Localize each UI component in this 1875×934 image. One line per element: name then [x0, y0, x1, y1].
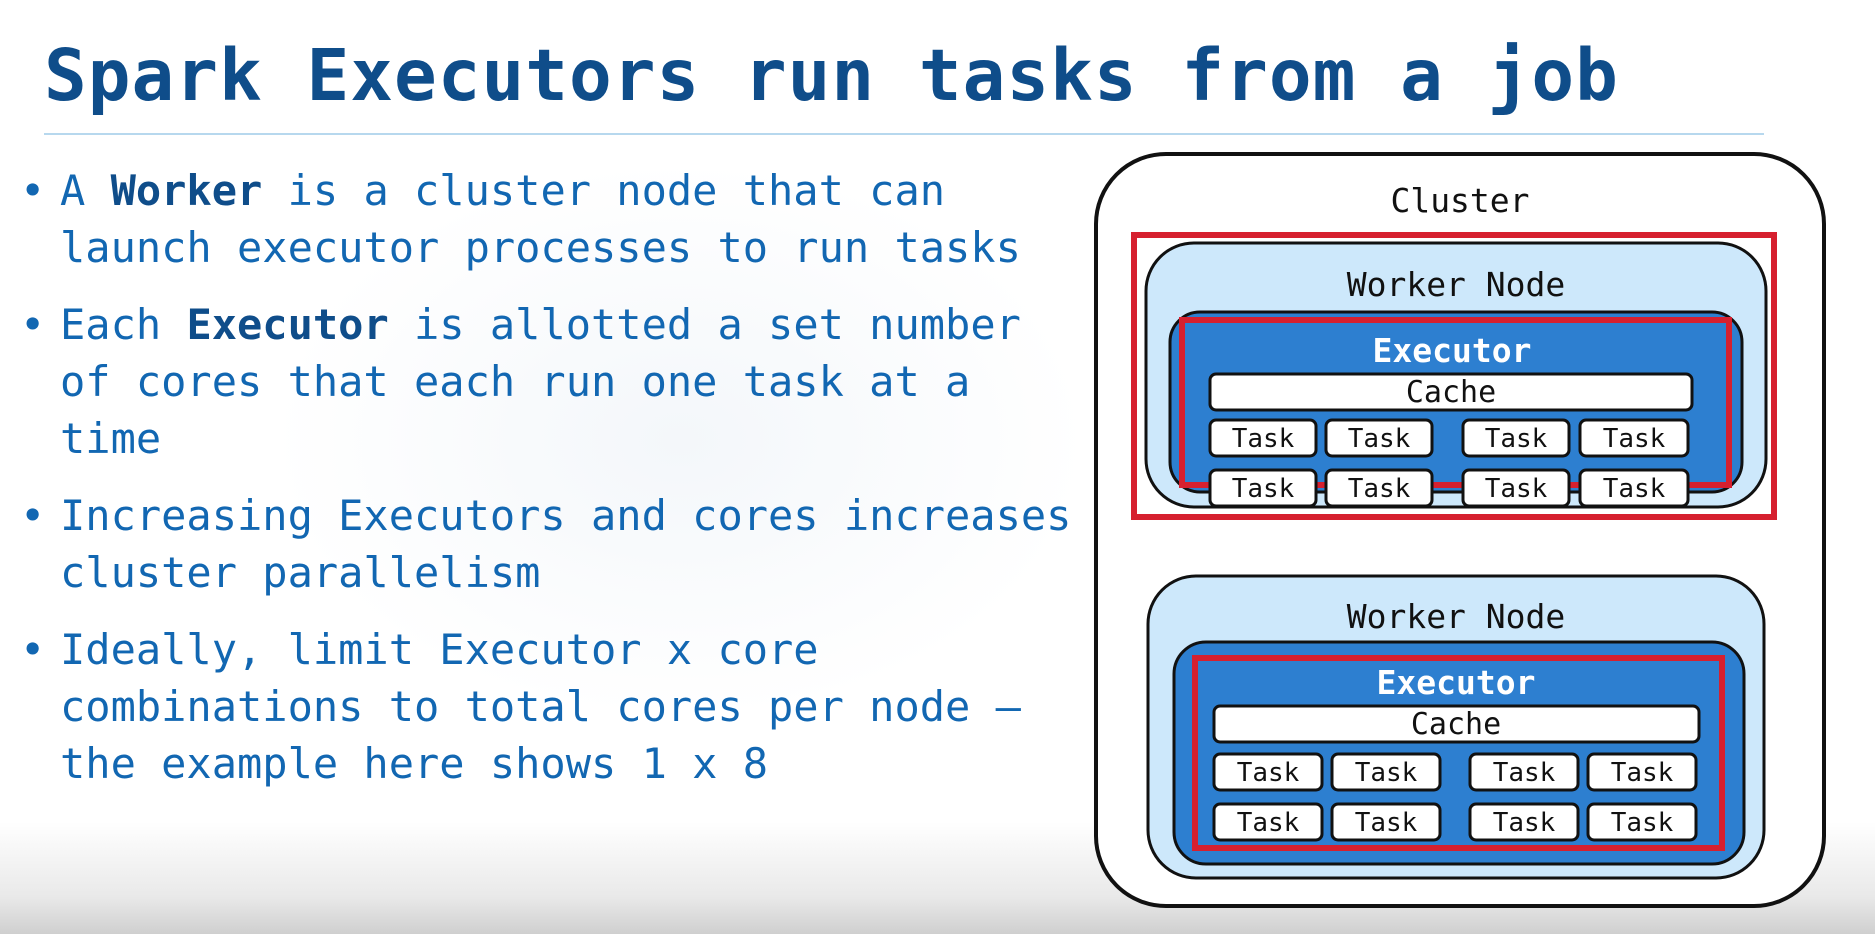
- task-label: Task: [1485, 474, 1548, 504]
- task-label: Task: [1237, 808, 1300, 838]
- bullet-list: A Worker is a cluster node that can laun…: [20, 162, 1080, 812]
- bullet-text: Increasing Executors and cores increases…: [60, 491, 1072, 597]
- bullet-executor: Each Executor is allotted a set number o…: [20, 296, 1080, 467]
- task-label: Task: [1611, 808, 1674, 838]
- worker-node-label: Worker Node: [1347, 597, 1566, 636]
- task-label: Task: [1348, 474, 1411, 504]
- cluster-diagram: Cluster Worker Node Executor Cache Task …: [1090, 150, 1830, 910]
- worker-node-label: Worker Node: [1347, 265, 1566, 304]
- task-label: Task: [1493, 808, 1556, 838]
- cache-label: Cache: [1406, 375, 1496, 410]
- task-label: Task: [1237, 758, 1300, 788]
- task-label: Task: [1232, 474, 1295, 504]
- bullet-text: Each: [60, 300, 187, 349]
- bullet-keyword: Worker: [110, 166, 263, 215]
- task-label: Task: [1493, 758, 1556, 788]
- task-label: Task: [1355, 808, 1418, 838]
- worker-node-1: Worker Node Executor Cache Task Task Tas…: [1131, 232, 1777, 520]
- task-label: Task: [1348, 424, 1411, 454]
- bullet-keyword: Executor: [186, 300, 389, 349]
- task-label: Task: [1485, 424, 1548, 454]
- worker-node-2: Worker Node Executor Cache Task Task Tas…: [1146, 574, 1766, 880]
- bullet-text: A: [60, 166, 111, 215]
- executor-label: Executor: [1373, 331, 1532, 370]
- task-label: Task: [1603, 424, 1666, 454]
- cluster-label: Cluster: [1390, 181, 1529, 220]
- bullet-text: Ideally, limit Executor x core combinati…: [60, 625, 1021, 788]
- bullet-limit: Ideally, limit Executor x core combinati…: [20, 621, 1080, 792]
- cluster-diagram-svg: Cluster Worker Node Executor Cache Task …: [1094, 152, 1826, 908]
- task-label: Task: [1232, 424, 1295, 454]
- executor-label: Executor: [1377, 663, 1536, 702]
- task-label: Task: [1603, 474, 1666, 504]
- cache-label: Cache: [1411, 707, 1501, 742]
- slide-title: Spark Executors run tasks from a job: [44, 34, 1619, 117]
- task-label: Task: [1355, 758, 1418, 788]
- title-underline: [44, 133, 1764, 135]
- bullet-parallelism: Increasing Executors and cores increases…: [20, 487, 1080, 601]
- bullet-worker: A Worker is a cluster node that can laun…: [20, 162, 1080, 276]
- task-label: Task: [1611, 758, 1674, 788]
